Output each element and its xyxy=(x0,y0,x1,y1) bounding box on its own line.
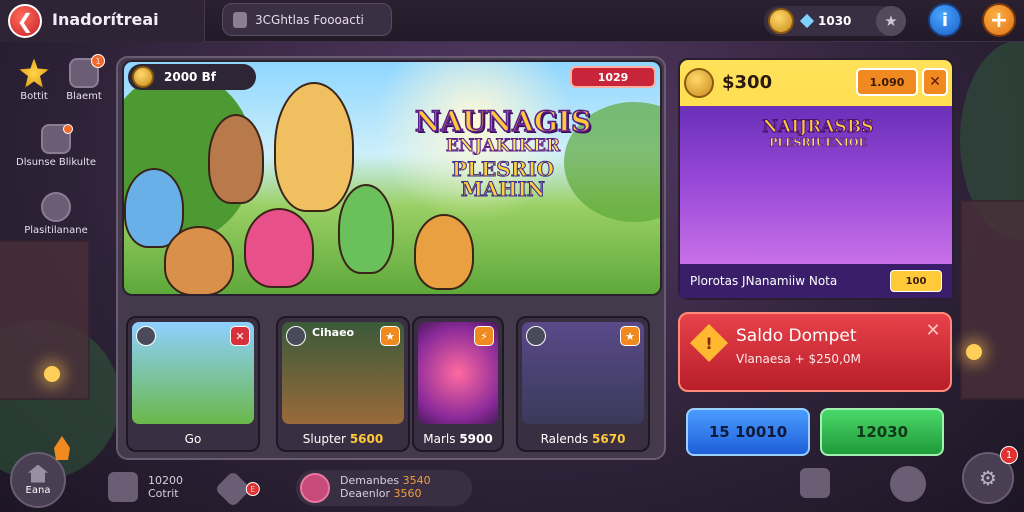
add-button[interactable]: + xyxy=(982,3,1016,37)
card-title: Cihaeo xyxy=(312,326,355,339)
lightning-icon: ⚡ xyxy=(474,326,494,346)
logo-line-3: PLESRIO MAHIN xyxy=(451,157,555,201)
sidebar-item-label: Bottit xyxy=(20,91,48,102)
back-button[interactable]: ❮ xyxy=(8,4,42,38)
promo-logo-line-2: PLESRIUENIOE xyxy=(769,135,867,149)
sidebar-item-label: Dlsunse Blikulte xyxy=(16,157,96,168)
star-button[interactable]: ★ xyxy=(876,6,906,36)
character-art xyxy=(414,214,474,290)
info-button[interactable]: i xyxy=(928,3,962,37)
notification-badge: E xyxy=(245,482,260,496)
blue-action-button[interactable]: 15 10010 xyxy=(686,408,810,456)
flame-icon xyxy=(54,436,70,460)
sidebar-item-dlsunse[interactable]: Dlsunse Blikulte xyxy=(8,124,104,168)
home-label: Eana xyxy=(25,484,51,496)
star-icon: ★ xyxy=(884,12,898,30)
wallet-close-button[interactable]: ✕ xyxy=(922,320,944,342)
bear-character-art xyxy=(244,208,314,288)
hero-game-logo: NAUNAGIS ENJAKIKER PLESRIO MAHIN xyxy=(408,105,598,201)
character-art xyxy=(338,184,394,274)
bottom-item-demanbes[interactable]: Demanbes 3540 Deaenlor 3560 xyxy=(296,470,472,506)
star-icon xyxy=(19,58,49,88)
info-icon: i xyxy=(941,9,949,31)
card-label: Ralends 5670 xyxy=(540,432,626,446)
search-text: 3CGhtlas Foooacti xyxy=(255,12,364,27)
clock-icon xyxy=(890,466,926,502)
sidebar-item-blaemt[interactable]: 1 Blaemt xyxy=(62,54,106,102)
sidebar-item-bottit[interactable]: Bottit xyxy=(14,58,54,102)
sidebar-item-label: Blaemt xyxy=(66,91,102,102)
notification-badge: 1 xyxy=(1000,446,1018,464)
shield-icon xyxy=(41,192,71,222)
sword-icon xyxy=(286,326,306,346)
card-label: Marls 5900 xyxy=(423,432,493,446)
card-label: Go xyxy=(184,432,202,446)
top-bar: ❮ Inadorítreai 3CGhtlas Foooacti 1030 ★ … xyxy=(0,0,1024,42)
settings-icon: ⚙ xyxy=(979,466,997,490)
lock-icon xyxy=(233,11,247,28)
hero-price-badge[interactable]: 1029 xyxy=(570,66,656,88)
star-icon: ★ xyxy=(620,326,640,346)
character-art xyxy=(274,82,354,212)
profile-icon xyxy=(300,473,330,503)
bottom-item-clock[interactable] xyxy=(890,466,936,502)
bottom-item-line-1: Demanbes xyxy=(340,474,400,488)
bottom-item-value: 10200 xyxy=(148,473,183,487)
coin-icon xyxy=(684,68,714,98)
wallet-subtitle: Vlanaesa + $250,0M xyxy=(736,352,861,366)
close-icon: ✕ xyxy=(230,326,250,346)
promo-logo-line-1: NAIJRASBS xyxy=(762,117,874,137)
shop-icon: 1 xyxy=(69,54,105,88)
promo-footer: Plorotas JNanamiiw Nota 100 xyxy=(680,264,952,298)
currency-value: 1030 xyxy=(818,14,852,28)
shop-icon xyxy=(108,472,138,502)
promo-amount: $300 xyxy=(722,72,773,93)
bottom-item-cotrit[interactable]: 10200 Cotrit xyxy=(108,472,183,502)
plus-icon: + xyxy=(989,7,1009,33)
card-label: Slupter 5600 xyxy=(302,432,384,446)
home-icon xyxy=(28,464,48,483)
game-card-2[interactable]: Cihaeo ★ Slupter 5600 xyxy=(276,316,410,452)
star-icon: ★ xyxy=(380,326,400,346)
game-card-4[interactable]: ★ Ralends 5670 xyxy=(516,316,650,452)
back-arrow-icon: ❮ xyxy=(16,9,34,33)
coin-icon xyxy=(768,8,794,34)
bear-character-art xyxy=(164,226,234,294)
logo-line-2: ENJAKIKER xyxy=(445,136,561,156)
game-card-3[interactable]: ⚡ Marls 5900 xyxy=(412,316,504,452)
notification-badge: 1 xyxy=(91,54,105,68)
sidebar-item-plasitilanane[interactable]: Plasitilanane xyxy=(8,192,104,236)
promo-game-logo: NAIJRASBS PLESRIUENIOE xyxy=(748,117,888,149)
logo-line-1: NAUNAGIS xyxy=(414,105,592,138)
wallet-title: Saldo Dompet xyxy=(736,326,857,346)
shield-icon xyxy=(136,326,156,346)
notification-dot xyxy=(63,124,73,134)
app-title: Inadorítreai xyxy=(52,10,159,29)
sword-icon xyxy=(526,326,546,346)
promo-buy-button[interactable]: 100 xyxy=(890,270,942,292)
coin-icon xyxy=(132,66,154,88)
green-action-button[interactable]: 12030 xyxy=(820,408,944,456)
bottom-item-line-2: Deaenlor xyxy=(340,487,391,500)
game-card-1[interactable]: ✕ Go xyxy=(126,316,260,452)
home-button[interactable]: Eana xyxy=(10,452,66,508)
sidebar-item-label: Plasitilanane xyxy=(24,225,88,236)
inventory-icon xyxy=(800,468,830,498)
hero-coin-counter: 2000 Bf xyxy=(128,64,256,90)
gem-icon xyxy=(799,13,815,29)
character-art xyxy=(208,114,264,204)
cross-swords-icon: E xyxy=(214,470,260,508)
promo-close-button[interactable]: ✕ xyxy=(922,68,948,96)
close-icon: ✕ xyxy=(929,74,941,90)
hero-badge-value: 1029 xyxy=(597,70,629,84)
promo-name: Plorotas JNanamiiw Nota xyxy=(690,274,838,288)
search-box[interactable]: 3CGhtlas Foooacti xyxy=(222,3,392,36)
close-icon: ✕ xyxy=(925,320,941,341)
bottom-item-inventory[interactable] xyxy=(800,468,840,498)
house-icon xyxy=(41,124,73,154)
promo-price-button[interactable]: 1.090 xyxy=(856,68,918,96)
hero-coin-value: 2000 Bf xyxy=(164,70,216,84)
bottom-item-battle[interactable]: E xyxy=(214,470,260,508)
bottom-item-label: Cotrit xyxy=(148,487,179,500)
